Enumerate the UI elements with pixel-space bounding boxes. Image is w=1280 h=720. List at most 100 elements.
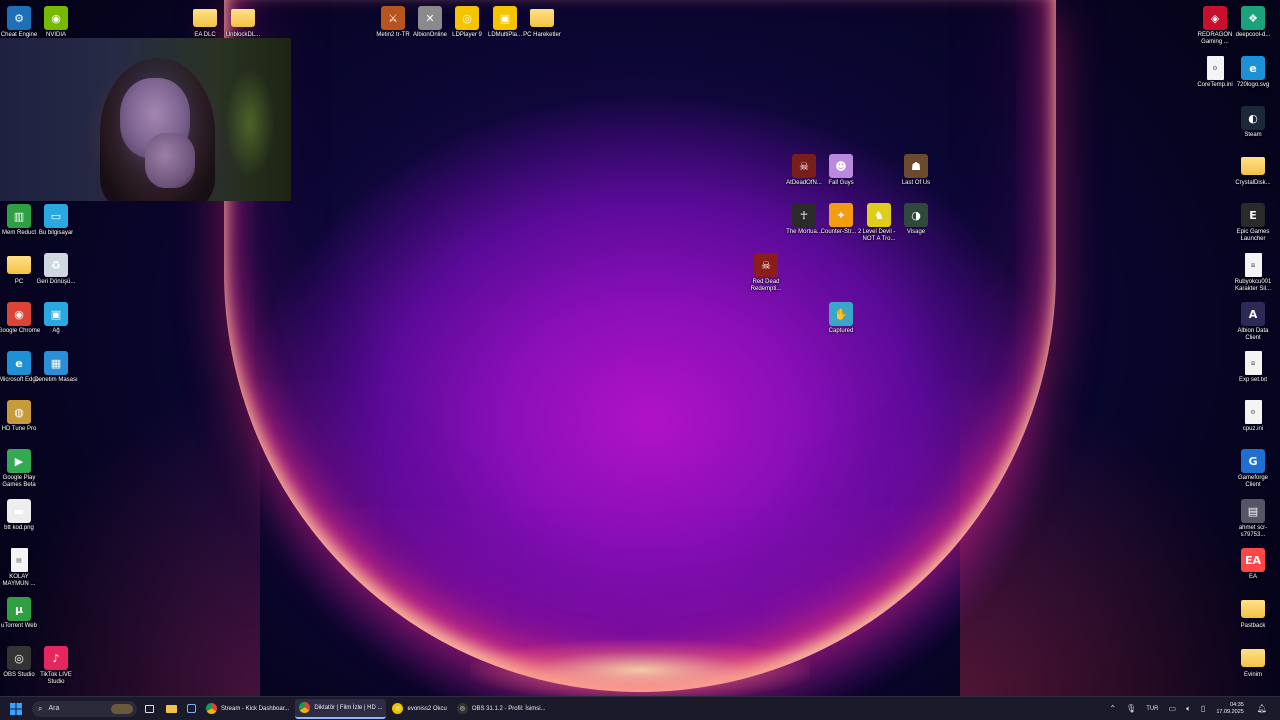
desktop-icon-label: Captured (828, 328, 854, 334)
desktop-icon-denetim-masasi[interactable]: ▦ Denetim Masası (34, 351, 78, 384)
image-file-icon: ▤ (1241, 499, 1265, 523)
webcam-person-hand (145, 133, 195, 188)
desktop-icon-label: UnblockDL... (225, 32, 261, 38)
battery-icon[interactable]: ▯ (1201, 704, 1205, 713)
taskbar-clock[interactable]: 04:35 17.09.2025 (1216, 702, 1244, 716)
taskbar-app-label: evoniss2 Okcu (407, 705, 447, 712)
desktop-icon-label: Exp set.txt (1238, 377, 1267, 383)
gameforge-icon: G (1241, 449, 1265, 473)
desktop-icon-label: Steam (1244, 132, 1262, 138)
notification-icon[interactable]: 🔔︎ (1257, 704, 1267, 713)
desktop-icon-tiktok-live[interactable]: ♪ TikTok LIVE Studio (37, 646, 75, 686)
microphone-icon[interactable]: 🎙︎ (1126, 704, 1136, 713)
mem-reduct-icon: ▥ (7, 204, 31, 228)
desktop-icon-gameforge[interactable]: G Gameforge Client (1234, 449, 1272, 489)
desktop-icon-label: PC Hareketler (523, 32, 561, 38)
desktop-icon-label: ahmet scr-s79753... (1238, 525, 1268, 538)
desktop-icon-fall-guys[interactable]: ☻ Fall Guys (822, 154, 860, 187)
desktop-icon-bu-bilgisayar[interactable]: ▭ Bu bilgisayar (37, 204, 75, 237)
volume-icon[interactable]: 🔈︎ (1186, 704, 1191, 714)
desktop-icon-label: deepcool-d... (1235, 32, 1271, 38)
network-icon[interactable]: ▭ (1169, 704, 1177, 713)
task-view-button[interactable] (139, 699, 160, 719)
folder-icon (1241, 157, 1265, 175)
desktop-icon-coretemp[interactable]: ⚙ CoreTemp.ini (1196, 56, 1234, 89)
hdtune-icon: ◍ (7, 400, 31, 424)
ini-file-icon: ⚙ (1244, 400, 1262, 424)
input-language[interactable]: TUR (1146, 706, 1158, 712)
desktop-icon-visage[interactable]: ◑ Visage (897, 203, 935, 236)
desktop-icon-cpuz[interactable]: ⚙ cpuz.ini (1234, 400, 1272, 433)
desktop-icon-label: Pastback (1240, 623, 1266, 629)
desktop-icon-nvidia[interactable]: ◉ NVIDIA (37, 6, 75, 39)
chevron-up-icon[interactable]: ⌃ (1109, 704, 1116, 713)
desktop-icon-ea-dlc[interactable]: EA DLC (186, 6, 224, 39)
obs-icon: ◎ (7, 646, 31, 670)
game-icon: ✋ (829, 302, 853, 326)
desktop-icon-label: Ağ (52, 328, 60, 334)
edge-icon: e (1241, 56, 1265, 80)
ea-icon: EA (1241, 548, 1265, 572)
desktop-icon-kolay-maymun[interactable]: ▤ KOLAY MAYMUN ... (0, 548, 38, 588)
taskbar-app-chrome-stream[interactable]: Stream - Kick Dashboar... (202, 699, 293, 719)
folder-icon (231, 9, 255, 27)
desktop-icon-label: 720logo.svg (1236, 82, 1270, 88)
fall-guys-icon: ☻ (829, 154, 853, 178)
desktop-icon-utorrent[interactable]: µ uTorrent Web (0, 597, 38, 630)
desktop-icon-evinim[interactable]: Evinim (1234, 646, 1272, 679)
desktop-icon-expset[interactable]: ≡ Exp set.txt (1234, 351, 1272, 384)
desktop-icon-ldplayer9[interactable]: ◎ LDPlayer 9 (448, 6, 486, 39)
desktop-icon-label: Bu bilgisayar (38, 230, 74, 236)
desktop-icon-hd-tune[interactable]: ◍ HD Tune Pro (0, 400, 38, 433)
desktop-icon-epic[interactable]: E Epic Games Launcher (1234, 203, 1272, 243)
desktop-icon-720logo[interactable]: e 720logo.svg (1234, 56, 1272, 89)
desktop-icon-label: Fall Guys (828, 180, 854, 186)
desktop-icon-btt-kod[interactable]: ▬ btt kod.png (0, 499, 38, 532)
snipping-tool-icon (187, 704, 196, 713)
desktop-icon-last-of-us[interactable]: ☗ Last Of Us (897, 154, 935, 187)
taskbar-app-evoniss[interactable]: ◎ evoniss2 Okcu (388, 699, 450, 719)
desktop-icon-unblockdl[interactable]: UnblockDL... (224, 6, 262, 39)
deepcool-icon: ❖ (1241, 6, 1265, 30)
desktop-icon-ag[interactable]: ▣ Ağ (37, 302, 75, 335)
desktop-icon-redragon[interactable]: ◈ REDRAGON Gaming ... (1196, 6, 1234, 46)
desktop-icon-geri-donusum[interactable]: ♻ Geri Dönüşü... (37, 253, 75, 286)
desktop-icon-ahmet[interactable]: ▤ ahmet scr-s79753... (1234, 499, 1272, 539)
nvidia-icon: ◉ (44, 6, 68, 30)
webcam-background-light (225, 68, 275, 178)
search-placeholder: Ara (48, 705, 60, 712)
tiktok-icon: ♪ (44, 646, 68, 670)
desktop-icon-label: TikTok LIVE Studio (40, 672, 72, 685)
desktop-icon-pastback[interactable]: Pastback (1234, 597, 1272, 630)
taskbar-search-box[interactable]: ⌕ Ara (32, 700, 137, 717)
desktop-icon-steam[interactable]: ◐ Steam (1234, 106, 1272, 139)
desktop-icon-crystaldisk[interactable]: CrystalDisk... (1234, 154, 1272, 187)
taskbar-app-label: Stream - Kick Dashboar... (221, 705, 290, 712)
game-icon: ☠ (754, 253, 778, 277)
desktop-icon-counter-strike[interactable]: ✦ Counter-Str... 2 (821, 203, 861, 236)
desktop-icon-label: Epic Games Launcher (1236, 229, 1270, 242)
desktop-icon-label: Denetim Masası (34, 377, 78, 383)
desktop-icon-pc-hareketler[interactable]: PC Hareketler (523, 6, 561, 39)
desktop-icon-albion-data[interactable]: A Albion Data Client (1234, 302, 1272, 342)
taskbar-app-obs-app[interactable]: ◎ OBS 31.1.2 - Profil: İsimsi... (453, 699, 550, 719)
chrome-icon: ◉ (7, 302, 31, 326)
desktop-icon-deepcool[interactable]: ❖ deepcool-d... (1234, 6, 1272, 39)
chrome-icon (206, 703, 217, 714)
cheat-engine-icon: ⚙ (7, 6, 31, 30)
desktop-icon-label: KOLAY MAYMUN ... (2, 574, 36, 587)
clock-date: 17.09.2025 (1216, 708, 1244, 715)
desktop-icon-red-dead[interactable]: ☠ Red Dead Redempti... (747, 253, 785, 293)
desktop-icon-level-devil[interactable]: ♞ Level Devil - NOT A Tro... (860, 203, 898, 243)
taskbar-app-chrome-diktator[interactable]: Diktatör | Film İzle | HD ... (295, 698, 387, 719)
desktop-icon-captured[interactable]: ✋ Captured (822, 302, 860, 335)
desktop-icon-ea[interactable]: EA EA (1234, 548, 1272, 581)
file-explorer-button[interactable] (162, 699, 181, 719)
redragon-icon: ◈ (1203, 6, 1227, 30)
snipping-tool-button[interactable] (183, 699, 200, 719)
start-button[interactable] (6, 699, 26, 719)
search-icon: ⌕ (38, 703, 43, 713)
desktop-icon-rubyokcu[interactable]: ≡ Rubyokcu001 Karakter Sil... (1234, 253, 1272, 293)
desktop-icon-gplay-games[interactable]: ▶ Google Play Games Beta (0, 449, 38, 489)
desktop-icon-label: Albion Data Client (1237, 328, 1269, 341)
